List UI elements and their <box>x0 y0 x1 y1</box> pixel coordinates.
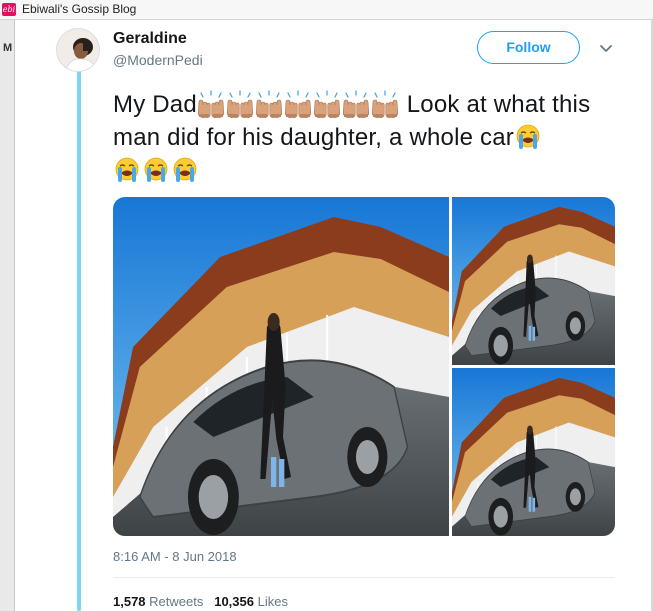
retweets-count[interactable]: 1,578 <box>113 594 146 609</box>
raising-hands-icon <box>284 90 312 118</box>
raising-hands-icon <box>371 90 399 118</box>
tweet-line-2: man did for his daughter, a whole car <box>113 121 633 154</box>
page-title[interactable]: Ebiwali's Gossip Blog <box>22 2 136 16</box>
raising-hands-icon <box>197 90 225 118</box>
tweet-timestamp[interactable]: 8:16 AM - 8 Jun 2018 <box>113 549 237 564</box>
retweets-label[interactable]: Retweets <box>149 594 203 609</box>
photo-bottom-right[interactable] <box>452 368 615 536</box>
photo-top-right[interactable] <box>452 197 615 365</box>
likes-label[interactable]: Likes <box>258 594 288 609</box>
follow-button[interactable]: Follow <box>477 31 580 64</box>
browser-tab-bar: ebi Ebiwali's Gossip Blog <box>0 0 653 20</box>
raising-hands-icon <box>226 90 254 118</box>
tweet-text-line1-end: Look at what this <box>399 91 591 118</box>
tweet-text-line2: man did for his daughter, a whole car <box>113 124 514 151</box>
tweet-line-1: My Dad Look at what this <box>113 88 633 121</box>
photo-main[interactable] <box>113 197 449 536</box>
tweet-stats: 1,578 Retweets 10,356 Likes <box>113 594 288 609</box>
avatar[interactable] <box>56 28 100 72</box>
chevron-down-icon[interactable] <box>598 40 614 56</box>
raising-hands-icon <box>342 90 370 118</box>
left-frame: M <box>0 20 15 611</box>
tweet-text: My Dad Look at what this man did for his… <box>113 88 633 187</box>
tweet-text-start: My Dad <box>113 91 197 118</box>
divider <box>113 577 615 578</box>
loudly-crying-face-icon <box>171 156 199 184</box>
thread-line <box>77 70 81 611</box>
tweet-line-3 <box>113 154 633 187</box>
raising-hands-icon <box>313 90 341 118</box>
media-grid <box>113 197 615 536</box>
display-name[interactable]: Geraldine <box>113 30 187 48</box>
user-handle[interactable]: @ModernPedi <box>113 52 203 68</box>
raising-hands-icon <box>255 90 283 118</box>
loudly-crying-face-icon <box>142 156 170 184</box>
likes-count[interactable]: 10,356 <box>214 594 254 609</box>
loudly-crying-face-icon <box>514 123 542 151</box>
left-frame-label: M <box>3 42 13 54</box>
site-favicon-icon: ebi <box>2 3 16 16</box>
loudly-crying-face-icon <box>113 156 141 184</box>
